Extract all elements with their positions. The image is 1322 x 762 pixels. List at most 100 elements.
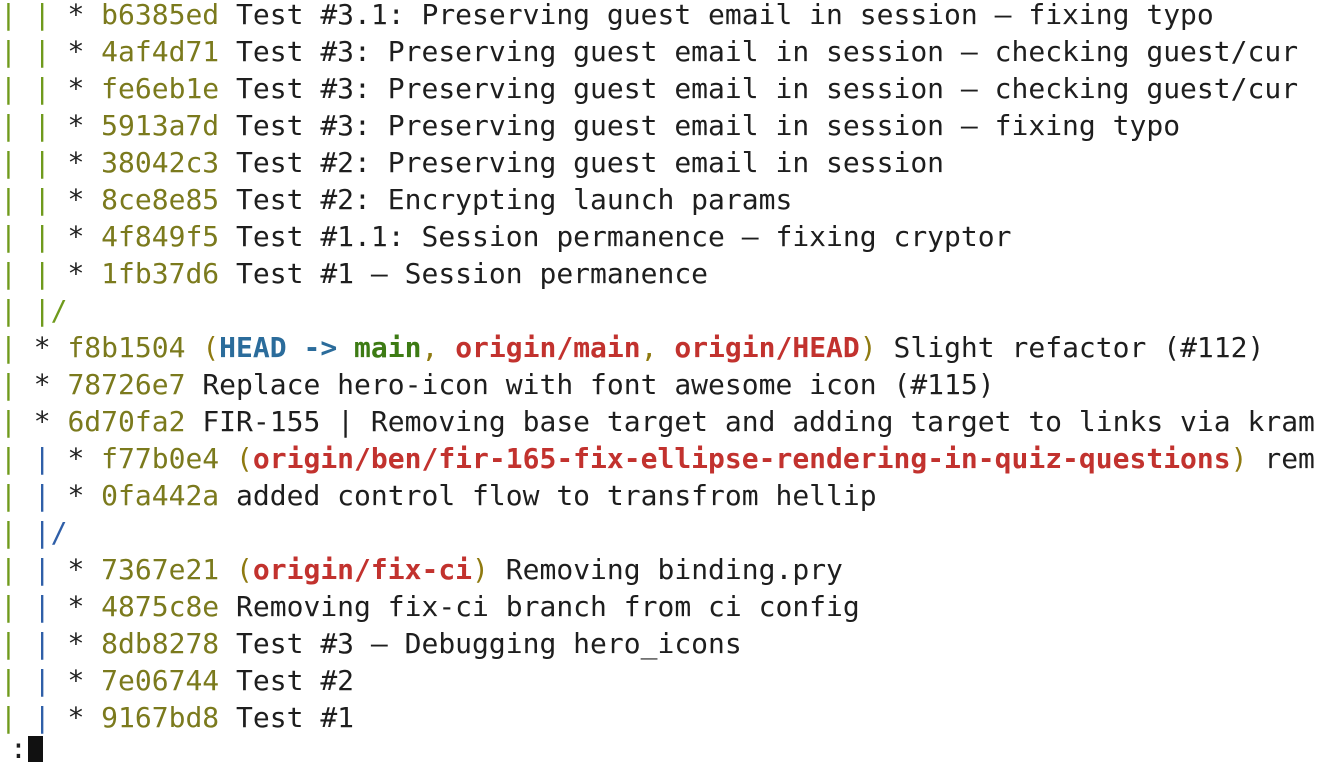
commit-message: Test #3: Preserving guest email in sessi… bbox=[236, 35, 1299, 68]
commit-line: | | * f77b0e4 (origin/ben/fir-165-fix-el… bbox=[0, 440, 1322, 477]
commit-hash: 8ce8e85 bbox=[101, 183, 220, 216]
graph-lane: | bbox=[33, 553, 68, 586]
graph-lane: | bbox=[0, 405, 34, 438]
graph-lane: | bbox=[33, 146, 68, 179]
commit-line: | | * 38042c3 Test #2: Preserving guest … bbox=[0, 144, 1322, 181]
pager-prompt: : bbox=[10, 732, 27, 762]
ref-label: HEAD -> bbox=[219, 331, 355, 364]
terminal-window[interactable]: | | * b6385ed Test #3.1: Preserving gues… bbox=[0, 0, 1322, 762]
commit-line: | * f8b1504 (HEAD -> main, origin/main, … bbox=[0, 329, 1322, 366]
commit-node-marker: * bbox=[67, 627, 102, 660]
graph-lane: | bbox=[33, 109, 68, 142]
commit-line: | | * 9167bd8 Test #1 bbox=[0, 699, 1322, 736]
commit-node-marker: * bbox=[67, 664, 102, 697]
commit-node-marker: * bbox=[67, 0, 102, 31]
graph-lane: | bbox=[0, 109, 34, 142]
ref-label: main bbox=[354, 331, 422, 364]
graph-lane: | bbox=[0, 72, 34, 105]
commit-node-marker: * bbox=[67, 220, 102, 253]
ref-paren-open: ( bbox=[236, 553, 253, 586]
graph-lane: | bbox=[0, 331, 34, 364]
commit-hash: 78726e7 bbox=[67, 368, 186, 401]
commit-node-marker: * bbox=[67, 35, 102, 68]
ref-label: origin/main bbox=[455, 331, 641, 364]
commit-line: | * 78726e7 Replace hero-icon with font … bbox=[0, 366, 1322, 403]
graph-lane: | bbox=[33, 479, 68, 512]
commit-hash: 6d70fa2 bbox=[67, 405, 186, 438]
commit-message: Test #3: Preserving guest email in sessi… bbox=[236, 109, 1181, 142]
commit-message: FIR-155 | Removing base target and addin… bbox=[202, 405, 1315, 438]
commit-message: rem bbox=[1264, 442, 1315, 475]
commit-node-marker: * bbox=[67, 72, 102, 105]
commit-node-marker: * bbox=[67, 701, 102, 734]
graph-lane: | bbox=[33, 72, 68, 105]
commit-line: | | * 0fa442a added control flow to tran… bbox=[0, 477, 1322, 514]
graph-lane: | bbox=[33, 627, 68, 660]
commit-node-marker: * bbox=[67, 553, 102, 586]
graph-lane: | bbox=[0, 0, 34, 31]
ref-separator: , bbox=[421, 331, 456, 364]
commit-hash: 38042c3 bbox=[101, 146, 220, 179]
commit-hash: 4f849f5 bbox=[101, 220, 220, 253]
commit-hash: 7367e21 bbox=[101, 553, 220, 586]
commit-message: Test #1 bbox=[236, 701, 355, 734]
commit-line: | | * 4f849f5 Test #1.1: Session permane… bbox=[0, 218, 1322, 255]
commit-node-marker: * bbox=[33, 368, 68, 401]
graph-connector-line: | |/ bbox=[0, 292, 1322, 329]
commit-line: | * 6d70fa2 FIR-155 | Removing base targ… bbox=[0, 403, 1322, 440]
commit-message: Test #2 bbox=[236, 664, 355, 697]
git-log-graph: | | * b6385ed Test #3.1: Preserving gues… bbox=[0, 0, 1322, 736]
commit-message: Slight refactor (#112) bbox=[893, 331, 1265, 364]
commit-message: Test #3 – Debugging hero_icons bbox=[236, 627, 742, 660]
commit-line: | | * 7367e21 (origin/fix-ci) Removing b… bbox=[0, 551, 1322, 588]
commit-message: Removing fix-ci branch from ci config bbox=[236, 590, 860, 623]
commit-line: | | * 5913a7d Test #3: Preserving guest … bbox=[0, 107, 1322, 144]
graph-lane: | bbox=[33, 257, 68, 290]
commit-node-marker: * bbox=[67, 109, 102, 142]
graph-lane: | bbox=[0, 35, 34, 68]
commit-message: Test #2: Encrypting launch params bbox=[236, 183, 793, 216]
ref-paren-close: ) bbox=[472, 553, 489, 586]
commit-line: | | * 8db8278 Test #3 – Debugging hero_i… bbox=[0, 625, 1322, 662]
ref-label: origin/fix-ci bbox=[252, 553, 473, 586]
commit-message: Test #3.1: Preserving guest email in ses… bbox=[236, 0, 1214, 31]
commit-hash: 4875c8e bbox=[101, 590, 220, 623]
commit-hash: 9167bd8 bbox=[101, 701, 220, 734]
commit-hash: 0fa442a bbox=[101, 479, 220, 512]
commit-node-marker: * bbox=[67, 590, 102, 623]
commit-hash: 1fb37d6 bbox=[101, 257, 220, 290]
graph-lane: | bbox=[0, 442, 34, 475]
commit-hash: fe6eb1e bbox=[101, 72, 220, 105]
graph-lane: | bbox=[0, 553, 34, 586]
commit-message: Replace hero-icon with font awesome icon… bbox=[202, 368, 995, 401]
graph-lane: | bbox=[0, 220, 34, 253]
commit-line: | | * 8ce8e85 Test #2: Encrypting launch… bbox=[0, 181, 1322, 218]
graph-lane: | bbox=[0, 146, 34, 179]
commit-node-marker: * bbox=[33, 405, 68, 438]
commit-message: Removing binding.pry bbox=[505, 553, 843, 586]
ref-paren-open: ( bbox=[202, 331, 220, 364]
graph-lane: | bbox=[0, 664, 34, 697]
commit-message: Test #3: Preserving guest email in sessi… bbox=[236, 72, 1299, 105]
ref-separator: , bbox=[640, 331, 675, 364]
text-cursor bbox=[28, 736, 43, 762]
graph-lane: |/ bbox=[33, 516, 68, 549]
commit-hash: 5913a7d bbox=[101, 109, 220, 142]
ref-label: origin/HEAD bbox=[674, 331, 860, 364]
ref-paren-close: ) bbox=[859, 331, 877, 364]
commit-hash: f8b1504 bbox=[67, 331, 186, 364]
commit-hash: b6385ed bbox=[101, 0, 220, 31]
commit-node-marker: * bbox=[67, 442, 102, 475]
graph-lane: | bbox=[33, 664, 68, 697]
ref-paren-close: ) bbox=[1230, 442, 1248, 475]
commit-line: | | * b6385ed Test #3.1: Preserving gues… bbox=[0, 0, 1322, 33]
commit-message: added control flow to transfrom hellip bbox=[236, 479, 877, 512]
commit-message: Test #1.1: Session permanence – fixing c… bbox=[236, 220, 1012, 253]
graph-lane: | bbox=[0, 257, 34, 290]
graph-lane: |/ bbox=[33, 294, 68, 327]
commit-hash: 4af4d71 bbox=[101, 35, 220, 68]
graph-lane: | bbox=[33, 35, 68, 68]
graph-lane: | bbox=[33, 442, 68, 475]
commit-hash: 7e06744 bbox=[101, 664, 220, 697]
graph-lane: | bbox=[0, 479, 34, 512]
